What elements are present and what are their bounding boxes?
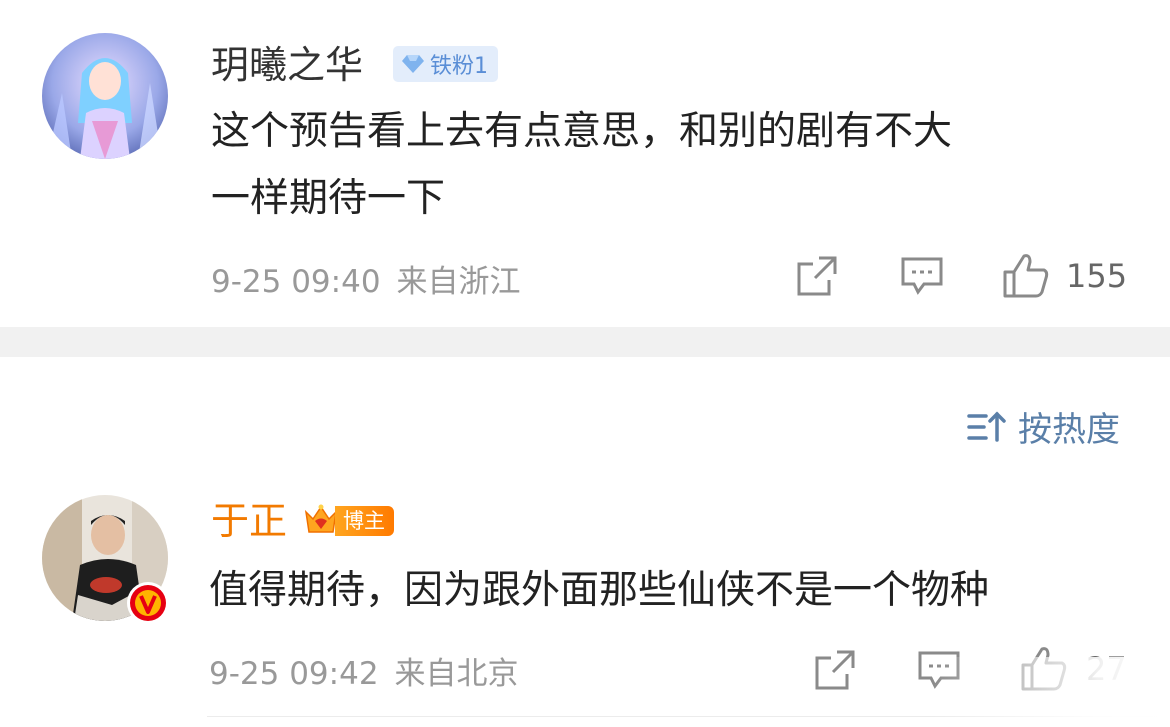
comment-icon[interactable] <box>900 256 944 300</box>
sort-icon <box>967 411 1006 442</box>
username[interactable]: 玥曦之华 <box>211 42 363 88</box>
sort-by-hot-button[interactable]: 按热度 <box>966 402 1120 451</box>
comment-location: 来自北京 <box>394 656 519 692</box>
user-avatar[interactable] <box>42 33 168 159</box>
share-icon[interactable] <box>813 648 857 696</box>
sort-label: 按热度 <box>1018 410 1120 450</box>
like-icon[interactable] <box>1002 252 1050 302</box>
comment-meta: 9-25 09:42 来自北京 <box>209 648 519 693</box>
like-count: 155 <box>1066 257 1128 295</box>
username[interactable]: 于正 <box>211 498 287 544</box>
row-divider <box>207 716 1170 717</box>
like-icon[interactable] <box>1020 645 1068 695</box>
share-icon[interactable] <box>795 254 839 302</box>
comment-icon[interactable] <box>917 650 961 694</box>
section-divider <box>0 327 1170 357</box>
comment-time: 9-25 09:42 <box>209 656 379 692</box>
blogger-badge: 博主 <box>303 502 394 540</box>
crown-icon <box>304 504 338 533</box>
verified-v-icon <box>127 582 169 624</box>
comment-text: 值得期待，因为跟外面那些仙侠不是一个物种 <box>209 568 990 613</box>
fan-badge-label: 铁粉1 <box>430 54 488 79</box>
blogger-badge-label: 博主 <box>335 506 394 536</box>
like-count: 27 <box>1086 650 1127 688</box>
fan-level-badge: 铁粉1 <box>393 46 498 82</box>
diamond-icon <box>402 55 424 73</box>
comment-meta: 9-25 09:40 来自浙江 <box>211 256 521 301</box>
comment-time: 9-25 09:40 <box>211 264 381 300</box>
comment-text: 这个预告看上去有点意思，和别的剧有不大 <box>211 109 953 154</box>
comment-text: 一样期待一下 <box>211 176 446 221</box>
comment-location: 来自浙江 <box>396 264 521 300</box>
